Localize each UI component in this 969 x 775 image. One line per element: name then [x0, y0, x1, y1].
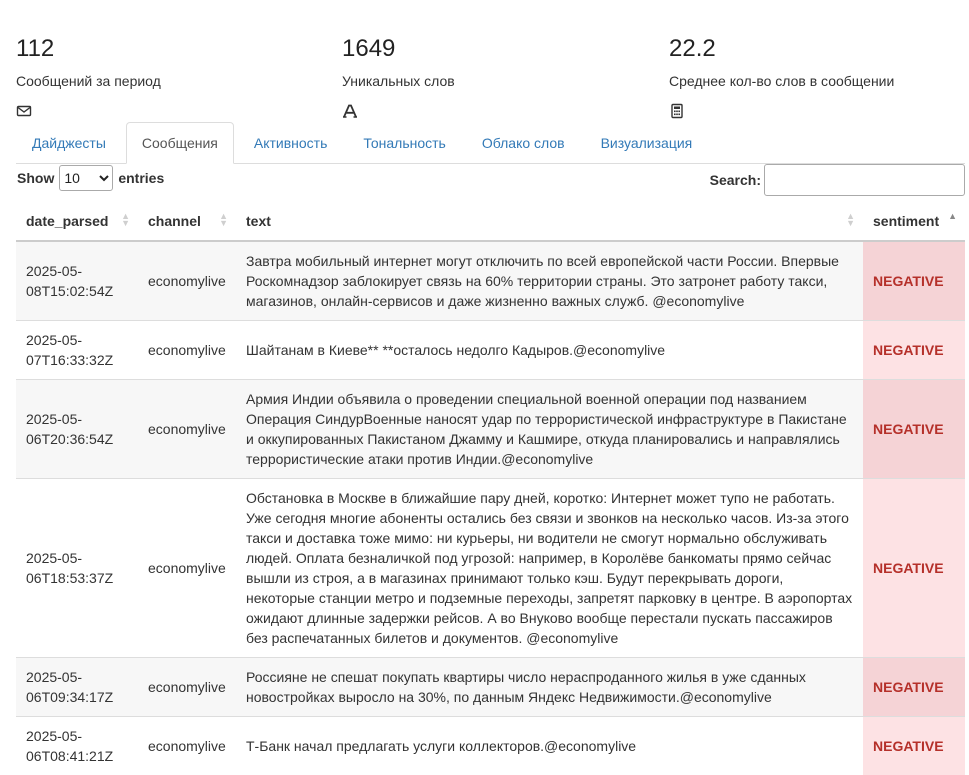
table-row: 2025-05-06T20:36:54Z economylive Армия И… [16, 380, 965, 479]
search-label: Search: [710, 172, 761, 188]
search-control: Search: [710, 164, 965, 196]
table-row: 2025-05-08T15:02:54Z economylive Завтра … [16, 241, 965, 321]
calculator-icon [669, 103, 685, 119]
cell-sentiment: NEGATIVE [863, 321, 965, 380]
cell-date: 2025-05-06T20:36:54Z [16, 380, 138, 479]
table-row: 2025-05-06T09:34:17Z economylive Россиян… [16, 658, 965, 717]
cell-sentiment: NEGATIVE [863, 658, 965, 717]
cell-date: 2025-05-06T09:34:17Z [16, 658, 138, 717]
column-header-label: date_parsed [26, 213, 108, 229]
cell-date: 2025-05-06T08:41:21Z [16, 717, 138, 775]
tab-sentiment[interactable]: Тональность [347, 122, 461, 163]
tab-digests[interactable]: Дайджесты [16, 122, 122, 163]
cell-text: Россияне не спешат покупать квартиры чис… [236, 658, 863, 717]
stat-value: 1649 [342, 34, 455, 64]
stat-messages: 112 Сообщений за период [16, 34, 161, 119]
stat-unique-words: 1649 Уникальных слов [342, 34, 455, 119]
table-row: 2025-05-06T08:41:21Z economylive Т-Банк … [16, 717, 965, 775]
table-row: 2025-05-06T18:53:37Z economylive Обстано… [16, 479, 965, 658]
sort-icon: ▲▼ [846, 213, 855, 227]
table-controls: Show 10 entries Search: [16, 164, 965, 200]
column-header-label: channel [148, 213, 201, 229]
column-header-sentiment[interactable]: sentiment ▲ [863, 202, 965, 241]
cell-sentiment: NEGATIVE [863, 479, 965, 658]
entries-select[interactable]: 10 [59, 165, 113, 191]
stat-avg-words: 22.2 Среднее кол-во слов в сообщении [669, 34, 894, 119]
cell-channel: economylive [138, 658, 236, 717]
tab-word-cloud[interactable]: Облако слов [466, 122, 581, 163]
cell-sentiment: NEGATIVE [863, 717, 965, 775]
column-header-label: sentiment [873, 213, 939, 229]
cell-channel: economylive [138, 241, 236, 321]
table-row: 2025-05-07T16:33:32Z economylive Шайтана… [16, 321, 965, 380]
messages-table: date_parsed ▲▼ channel ▲▼ text ▲▼ sentim… [16, 202, 965, 775]
cell-channel: economylive [138, 479, 236, 658]
stat-label: Среднее кол-во слов в сообщении [669, 73, 894, 89]
sort-ascending-icon: ▲ [948, 213, 957, 227]
cell-sentiment: NEGATIVE [863, 241, 965, 321]
font-icon [342, 103, 358, 119]
tab-visualization[interactable]: Визуализация [585, 122, 709, 163]
sort-icon: ▲▼ [219, 213, 228, 227]
cell-sentiment: NEGATIVE [863, 380, 965, 479]
stat-label: Сообщений за период [16, 73, 161, 89]
cell-text: Т-Банк начал предлагать услуги коллектор… [236, 717, 863, 775]
cell-channel: economylive [138, 321, 236, 380]
envelope-icon [16, 103, 32, 119]
search-input[interactable] [764, 164, 965, 196]
cell-text: Шайтанам в Киеве** **осталось недолго Ка… [236, 321, 863, 380]
entries-label: entries [118, 170, 164, 186]
cell-date: 2025-05-08T15:02:54Z [16, 241, 138, 321]
tab-bar: Дайджесты Сообщения Активность Тональнос… [16, 122, 965, 164]
column-header-date[interactable]: date_parsed ▲▼ [16, 202, 138, 241]
stat-value: 112 [16, 34, 161, 64]
cell-channel: economylive [138, 717, 236, 775]
tab-messages[interactable]: Сообщения [126, 122, 234, 164]
cell-text: Обстановка в Москве в ближайшие пару дне… [236, 479, 863, 658]
cell-date: 2025-05-07T16:33:32Z [16, 321, 138, 380]
show-label: Show [17, 170, 54, 186]
stat-label: Уникальных слов [342, 73, 455, 89]
table-header-row: date_parsed ▲▼ channel ▲▼ text ▲▼ sentim… [16, 202, 965, 241]
cell-date: 2025-05-06T18:53:37Z [16, 479, 138, 658]
stat-value: 22.2 [669, 34, 894, 64]
entries-length-control: Show 10 entries [17, 165, 164, 191]
cell-text: Армия Индии объявила о проведении специа… [236, 380, 863, 479]
column-header-channel[interactable]: channel ▲▼ [138, 202, 236, 241]
tab-activity[interactable]: Активность [238, 122, 344, 163]
column-header-text[interactable]: text ▲▼ [236, 202, 863, 241]
cell-text: Завтра мобильный интернет могут отключит… [236, 241, 863, 321]
cell-channel: economylive [138, 380, 236, 479]
column-header-label: text [246, 213, 271, 229]
sort-icon: ▲▼ [121, 213, 130, 227]
stats-panel: 112 Сообщений за период 1649 Уникальных … [0, 0, 969, 122]
